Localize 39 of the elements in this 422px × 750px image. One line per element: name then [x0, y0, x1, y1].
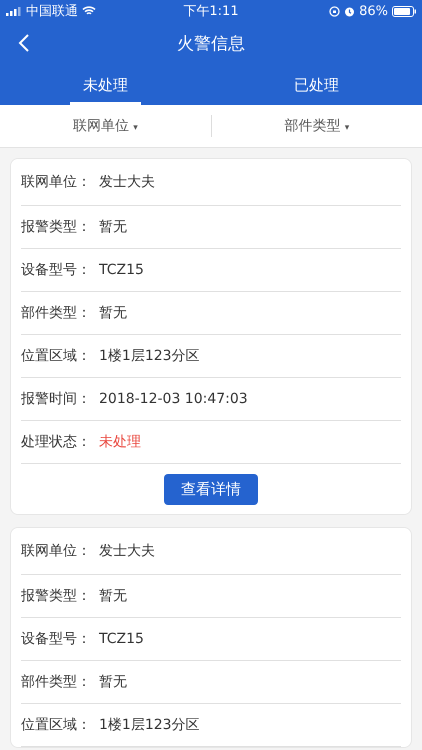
- back-icon[interactable]: [18, 34, 30, 52]
- carrier-name: 中国联通: [26, 3, 78, 20]
- field-value: 暂无: [99, 218, 127, 236]
- field-value: 暂无: [99, 587, 127, 605]
- view-details-button[interactable]: 查看详情: [164, 474, 258, 505]
- field-label: 部件类型：: [21, 304, 92, 322]
- alarm-icon: [344, 6, 356, 16]
- field-value: TCZ15: [99, 262, 144, 278]
- field-value: 未处理: [99, 433, 141, 451]
- field-value: 2018-12-03 10:47:03: [99, 391, 248, 407]
- field-label: 报警类型：: [21, 587, 92, 605]
- field-label: 处理状态：: [21, 433, 92, 451]
- page-title: 火警信息: [177, 33, 245, 55]
- field-label: 位置区域：: [21, 347, 92, 365]
- field-label: 设备型号：: [21, 261, 92, 279]
- field-label: 部件类型：: [21, 673, 92, 691]
- field-value: 1楼1层123分区: [99, 716, 200, 734]
- field-label: 报警类型：: [21, 218, 92, 236]
- field-value: 1楼1层123分区: [99, 347, 200, 365]
- tab[interactable]: 已处理: [211, 65, 422, 105]
- signal-icon: [6, 6, 22, 16]
- battery-percent: 86%: [359, 4, 388, 18]
- battery-icon: [392, 6, 416, 16]
- field-label: 联网单位：: [21, 542, 92, 560]
- field-value: TCZ15: [99, 631, 144, 647]
- tab[interactable]: 未处理: [0, 65, 211, 105]
- field-label: 联网单位：: [21, 173, 92, 191]
- status-time: 下午1:11: [183, 3, 239, 20]
- field-value: 发士大夫: [99, 173, 155, 191]
- field-value: 暂无: [99, 304, 127, 322]
- field-label: 位置区域：: [21, 716, 92, 734]
- filter-dropdown[interactable]: 联网单位 ▾: [0, 117, 210, 135]
- field-value: 发士大夫: [99, 542, 155, 560]
- wifi-icon: [82, 6, 96, 16]
- field-label: 报警时间：: [21, 390, 92, 408]
- field-label: 设备型号：: [21, 630, 92, 648]
- rotation-lock-icon: [329, 6, 340, 16]
- filter-dropdown[interactable]: 部件类型 ▾: [212, 117, 422, 135]
- field-value: 暂无: [99, 673, 127, 691]
